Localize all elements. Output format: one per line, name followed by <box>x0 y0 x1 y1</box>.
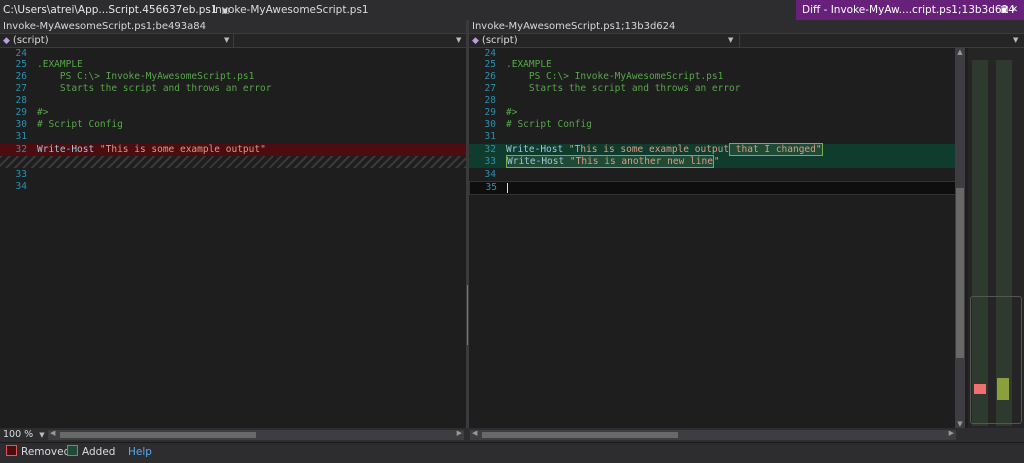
scroll-left-icon[interactable]: ◀ <box>50 429 55 437</box>
right-code-editor[interactable]: 24 25 .EXAMPLE 26 PS C:\> Invoke-MyAwesom… <box>469 48 957 428</box>
code-line: 29 #> <box>484 107 518 118</box>
code-line: 29 #> <box>15 107 49 118</box>
code-line: 28 <box>15 95 27 106</box>
tab-diff[interactable]: Diff - Invoke-MyAw....cript.ps1;13b3d624… <box>796 0 1024 20</box>
help-link[interactable]: Help <box>128 443 152 462</box>
tab-invoke-script[interactable]: Invoke-MyAwesomeScript.ps1 <box>212 0 369 20</box>
right-horizontal-scrollbar[interactable]: ◀ ▶ <box>470 429 956 440</box>
tab-temp-script[interactable]: C:\Users\atrei\App...Script.456637eb.ps1… <box>3 0 229 20</box>
zoom-value: 100 % <box>3 429 34 440</box>
left-nav-bar: ◆ (script) ▼ ▼ <box>0 33 466 48</box>
scroll-left-icon[interactable]: ◀ <box>472 429 477 437</box>
added-line: 33 Write-Host "This is another new line" <box>469 155 955 168</box>
code-line: 31 <box>484 131 496 142</box>
right-scope-label: (script) <box>481 35 518 46</box>
left-scope-dropdown[interactable]: ◆ (script) <box>3 34 49 48</box>
script-scope-icon: ◆ <box>472 36 479 46</box>
current-line[interactable]: 35 <box>469 181 957 195</box>
code-line: 27 Starts the script and throws an error <box>15 83 272 94</box>
tab-diff-label: Diff - Invoke-MyAw....cript.ps1;13b3d624 <box>802 4 1015 16</box>
right-horizontal-thumb[interactable] <box>482 432 678 438</box>
legend-added: Added <box>67 443 115 462</box>
chevron-down-icon: ▼ <box>39 431 45 439</box>
zoom-dropdown[interactable]: 100 % ▼ <box>3 428 45 442</box>
removed-swatch <box>6 445 17 456</box>
code-line: 27 Starts the script and throws an error <box>484 83 741 94</box>
chevron-down-icon[interactable]: ▼ <box>456 34 461 47</box>
pin-icon[interactable]: ▣ <box>1000 5 1011 15</box>
nav-separator <box>233 34 234 47</box>
diff-legend: Removed Added Help <box>0 442 1024 463</box>
scroll-down-icon[interactable]: ▼ <box>955 420 965 428</box>
added-text-highlight: Write-Host "This is another new line <box>506 155 714 168</box>
script-scope-icon: ◆ <box>3 36 10 46</box>
text-caret <box>507 183 508 193</box>
overview-viewport[interactable] <box>970 296 1022 424</box>
removed-marker <box>974 384 986 394</box>
scroll-right-icon[interactable]: ▶ <box>457 429 462 437</box>
code-line: 25 .EXAMPLE <box>15 59 83 70</box>
tab-temp-script-label: C:\Users\atrei\App...Script.456637eb.ps1 <box>3 4 218 16</box>
code-line: 31 <box>15 131 27 142</box>
code-line: 25 .EXAMPLE <box>484 59 552 70</box>
legend-removed: Removed <box>6 443 70 462</box>
code-line: 33 <box>15 169 27 180</box>
left-horizontal-thumb[interactable] <box>60 432 256 438</box>
splitter-grip[interactable] <box>467 285 468 345</box>
removed-line: 32 Write-Host "This is some example outpu… <box>0 144 466 156</box>
left-scope-label: (script) <box>12 35 49 46</box>
added-swatch <box>67 445 78 456</box>
left-horizontal-scrollbar[interactable]: ◀ ▶ <box>48 429 464 440</box>
tab-invoke-script-label: Invoke-MyAwesomeScript.ps1 <box>212 4 369 16</box>
changed-text-highlight: that I changed" <box>729 143 823 156</box>
code-line: 34 <box>484 169 496 180</box>
nav-separator <box>739 34 740 47</box>
diff-overview-map[interactable] <box>968 48 1024 428</box>
bottom-scroll-row: 100 % ▼ ◀ ▶ ◀ ▶ <box>0 428 1024 442</box>
left-pane-title: Invoke-MyAwesomeScript.ps1;be493a84 <box>0 20 466 33</box>
code-line: 34 <box>15 181 27 192</box>
close-icon[interactable]: ✕ <box>1010 5 1020 15</box>
right-pane-title: Invoke-MyAwesomeScript.ps1;13b3d624 <box>469 20 1024 33</box>
vertical-scrollbar[interactable]: ▲ ▼ <box>955 48 965 428</box>
code-line: 30 # Script Config <box>484 119 592 130</box>
scroll-up-icon[interactable]: ▲ <box>955 48 965 56</box>
code-line: 26 PS C:\> Invoke-MyAwesomeScript.ps1 <box>484 71 724 82</box>
code-line: 28 <box>484 95 496 106</box>
right-nav-bar: ◆ (script) ▼ ▼ <box>469 33 1024 48</box>
added-marker <box>997 378 1009 400</box>
missing-line-placeholder <box>0 156 466 168</box>
chevron-down-icon[interactable]: ▼ <box>728 34 733 47</box>
scroll-right-icon[interactable]: ▶ <box>949 429 954 437</box>
chevron-down-icon[interactable]: ▼ <box>1013 34 1018 47</box>
code-line: 30 # Script Config <box>15 119 123 130</box>
chevron-down-icon[interactable]: ▼ <box>224 34 229 47</box>
right-scope-dropdown[interactable]: ◆ (script) <box>472 34 518 48</box>
code-line: 26 PS C:\> Invoke-MyAwesomeScript.ps1 <box>15 71 255 82</box>
left-code-editor[interactable]: 24 25 .EXAMPLE 26 PS C:\> Invoke-MyAwesom… <box>0 48 466 428</box>
vertical-scroll-thumb[interactable] <box>956 188 964 358</box>
document-tab-bar: C:\Users\atrei\App...Script.456637eb.ps1… <box>0 0 1024 20</box>
